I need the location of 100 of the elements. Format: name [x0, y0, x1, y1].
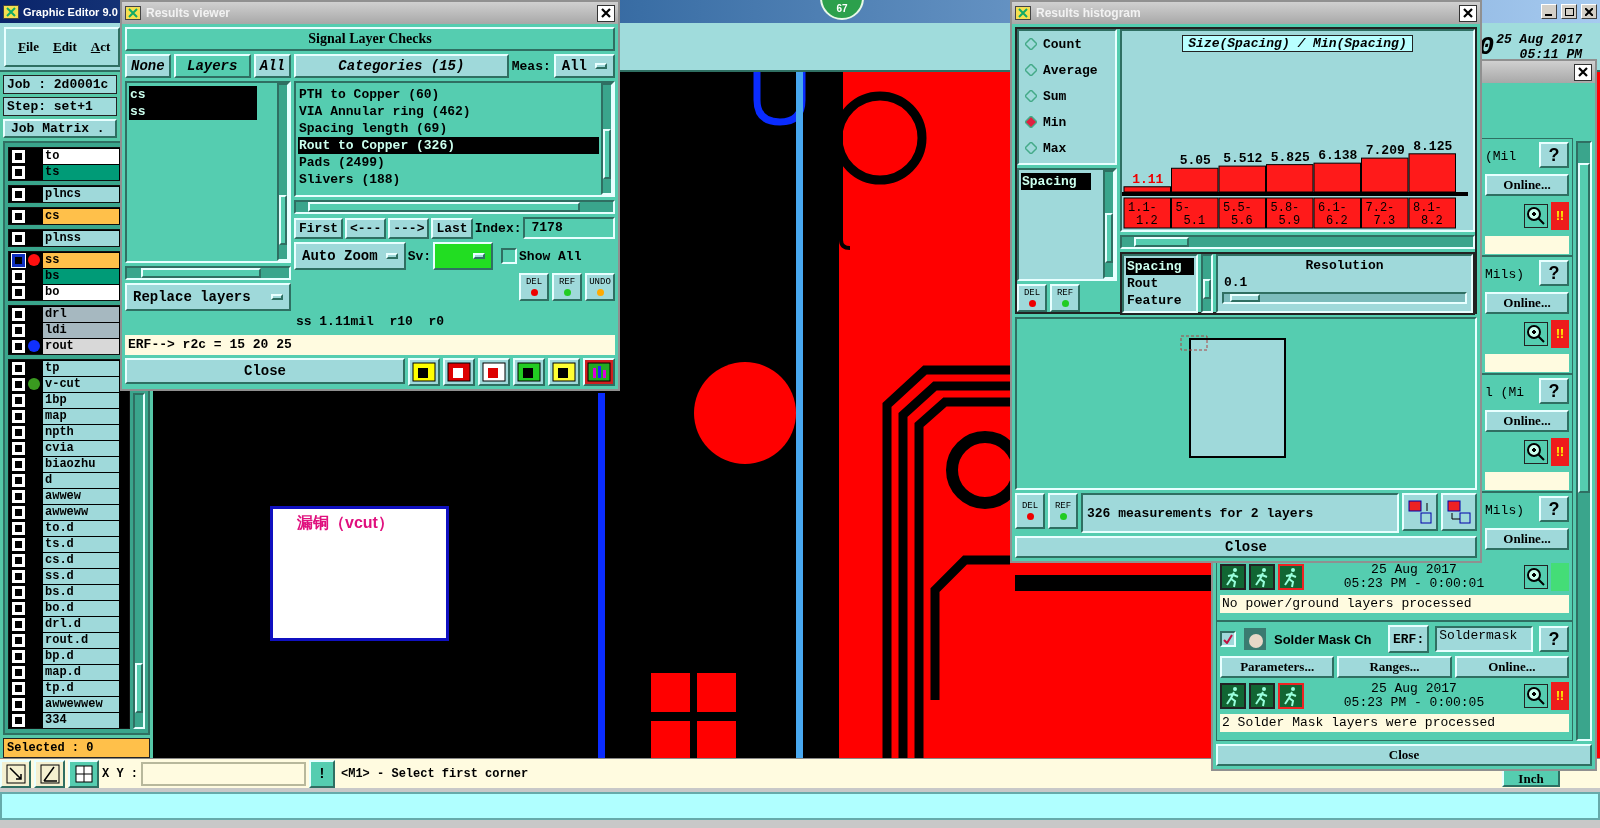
layer-name[interactable]: 334	[43, 712, 119, 728]
check-action-button[interactable]: Ranges...	[1337, 656, 1452, 678]
menu-item[interactable]: Edit	[52, 38, 77, 55]
attribute-item[interactable]: Rout	[1126, 275, 1194, 292]
layer-name[interactable]: bp.d	[43, 648, 119, 664]
show-all-checkbox[interactable]	[501, 248, 518, 264]
nav-button[interactable]: First	[294, 217, 343, 239]
layer-name[interactable]: awweww	[43, 504, 119, 520]
online-button[interactable]: Online...	[1485, 174, 1569, 196]
close-button[interactable]	[1459, 4, 1477, 22]
layer-filter-button[interactable]: Layers	[173, 54, 251, 78]
running-figure-icon[interactable]	[1278, 564, 1304, 590]
radio-diamond[interactable]	[1025, 38, 1037, 50]
vertical-scrollbar[interactable]	[601, 83, 613, 195]
category-item[interactable]: Pads (2499)	[298, 154, 599, 171]
layer-name[interactable]: map	[43, 408, 119, 424]
replace-layers-dropdown[interactable]: Replace layers	[125, 283, 291, 311]
vertical-scrollbar[interactable]	[1201, 254, 1213, 313]
category-item[interactable]: Rout to Copper (326)	[298, 137, 599, 154]
index-field[interactable]: 7178	[523, 217, 615, 239]
online-button[interactable]: Online...	[1485, 292, 1569, 314]
slider-thumb[interactable]	[1230, 294, 1261, 302]
close-button[interactable]: Close	[125, 358, 405, 384]
tool-button[interactable]: DEL	[1015, 493, 1045, 529]
radio-diamond[interactable]	[1025, 64, 1037, 76]
running-figure-icon[interactable]	[1220, 683, 1246, 709]
nav-button[interactable]: <---	[345, 217, 387, 239]
tool-button[interactable]: REF	[1050, 284, 1080, 312]
running-figure-icon[interactable]	[1249, 683, 1275, 709]
layer-name[interactable]: bs.d	[43, 584, 119, 600]
layer-name[interactable]: ss	[43, 252, 119, 268]
horizontal-scrollbar[interactable]	[125, 266, 291, 280]
running-figure-icon[interactable]	[1278, 683, 1304, 709]
layer-filter-button[interactable]: None	[125, 54, 171, 78]
alert-button[interactable]: !	[309, 759, 335, 788]
help-button[interactable]: ?	[1539, 496, 1569, 522]
menu-item[interactable]: File	[18, 38, 39, 55]
layer-name[interactable]: ts.d	[43, 536, 119, 552]
close-icon[interactable]	[601, 8, 611, 18]
tool-button[interactable]: REF	[552, 273, 582, 301]
category-item[interactable]: PTH to Copper (60)	[298, 86, 599, 103]
category-item[interactable]: VIA Annular ring (462)	[298, 103, 599, 120]
vertical-scrollbar[interactable]	[133, 393, 145, 729]
mode-label[interactable]: Average	[1043, 62, 1098, 78]
zoom-mode-dropdown[interactable]: Auto Zoom	[294, 242, 406, 270]
close-button[interactable]	[1574, 63, 1592, 81]
job-matrix-button[interactable]: Job Matrix .	[3, 119, 117, 138]
layer-name[interactable]: awwewwew	[43, 696, 119, 712]
check-checkbox[interactable]	[1220, 631, 1236, 647]
angle-measure-icon[interactable]	[34, 759, 65, 788]
nav-button[interactable]: --->	[388, 217, 430, 239]
close-icon[interactable]	[1578, 67, 1588, 77]
close-button[interactable]	[597, 4, 615, 22]
categories-button[interactable]: Categories (15)	[294, 54, 509, 78]
category-item[interactable]: Spacing length (69)	[298, 120, 599, 137]
online-button[interactable]: Online...	[1485, 410, 1569, 432]
layer-name[interactable]: bs	[43, 268, 119, 284]
layer-name[interactable]: biaozhu	[43, 456, 119, 472]
layer-name[interactable]: bo.d	[43, 600, 119, 616]
layer-name[interactable]: rout	[43, 338, 119, 354]
nav-button[interactable]: Last	[431, 217, 473, 239]
layer-name[interactable]: ts	[43, 164, 119, 180]
meas-dropdown[interactable]: All	[553, 54, 615, 78]
radio-diamond[interactable]	[1025, 90, 1037, 102]
layer-checkbox[interactable]	[12, 253, 25, 267]
help-button[interactable]: ?	[1539, 378, 1569, 404]
close-button[interactable]: Close	[1015, 536, 1477, 558]
layer-name[interactable]: cs.d	[43, 552, 119, 568]
layer-name[interactable]: plnss	[43, 230, 119, 246]
layer-name[interactable]: cs	[43, 208, 119, 224]
zoom-icon[interactable]	[1524, 565, 1548, 589]
measure-item[interactable]: Spacing	[1021, 173, 1091, 190]
chart-export-icon[interactable]	[1402, 493, 1438, 531]
tool-button[interactable]: DEL	[1017, 284, 1047, 312]
mode-label[interactable]: Sum	[1043, 88, 1067, 104]
bar-chart-icon[interactable]	[583, 358, 615, 386]
category-item[interactable]: Slivers (188)	[298, 171, 599, 188]
section-header[interactable]: Signal Layer Checks	[125, 27, 615, 51]
tool-button[interactable]: DEL	[519, 273, 549, 301]
layer-filter-button[interactable]: All	[253, 54, 291, 78]
layer-name[interactable]: ldi	[43, 322, 119, 338]
layer-name[interactable]: tp.d	[43, 680, 119, 696]
running-figure-icon[interactable]	[1249, 564, 1275, 590]
close-icon[interactable]	[1463, 8, 1473, 18]
grid-icon[interactable]	[68, 759, 99, 788]
running-figure-icon[interactable]	[1220, 564, 1246, 590]
close-icon[interactable]	[1585, 7, 1593, 16]
horizontal-scrollbar[interactable]	[1120, 235, 1475, 249]
help-button[interactable]: ?	[1539, 626, 1569, 652]
vertical-scrollbar[interactable]	[277, 83, 289, 261]
attribute-item[interactable]: Feature	[1126, 292, 1194, 309]
layer-name[interactable]: map.d	[43, 664, 119, 680]
online-button[interactable]: Online...	[1485, 528, 1569, 550]
sv-color-dropdown[interactable]	[433, 242, 494, 270]
help-button[interactable]: ?	[1539, 142, 1569, 168]
vertical-scrollbar[interactable]	[1103, 170, 1115, 279]
layer-name[interactable]: plncs	[43, 186, 119, 202]
mode-label[interactable]: Min	[1043, 114, 1067, 130]
layer-name[interactable]: cvia	[43, 440, 119, 456]
resolution-slider[interactable]	[1222, 292, 1467, 304]
